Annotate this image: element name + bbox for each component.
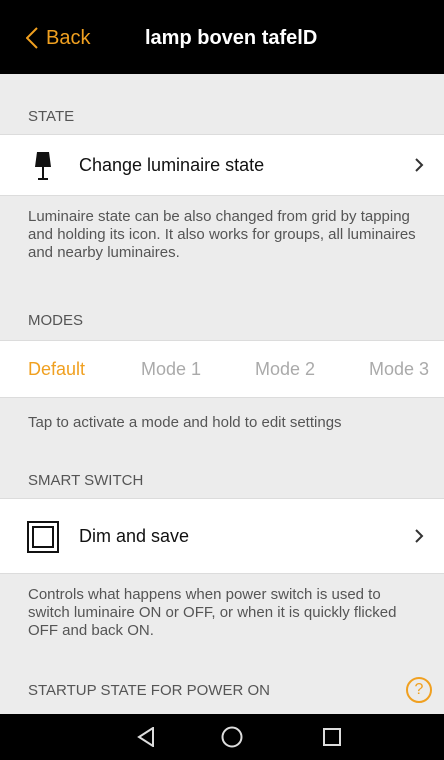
mode-3-tab[interactable]: Mode 3 [369, 359, 429, 380]
smart-switch-section-title: SMART SWITCH [28, 472, 144, 489]
modes-section-title: MODES [28, 312, 84, 329]
page-title: lamp boven tafelD [145, 27, 318, 49]
help-icon[interactable]: ? [406, 677, 432, 703]
change-luminaire-state-label: Change luminaire state [79, 154, 265, 175]
nav-recents-icon[interactable] [312, 714, 352, 760]
lamp-icon [35, 152, 51, 180]
state-section-title: STATE [28, 108, 75, 125]
chevron-right-icon [415, 158, 424, 172]
chevron-left-icon [26, 27, 38, 49]
back-button[interactable]: Back [26, 22, 90, 54]
mode-2-tab[interactable]: Mode 2 [255, 359, 315, 380]
smart-switch-description: Controls what happens when power switch … [28, 586, 397, 639]
nav-back-icon[interactable] [126, 714, 166, 760]
top-bar: Back lamp boven tafelD [0, 0, 444, 74]
back-label: Back [46, 26, 91, 49]
modes-bar: Default Mode 1 Mode 2 Mode 3 [0, 340, 444, 398]
chevron-right-icon [415, 529, 424, 543]
nav-home-icon[interactable] [212, 714, 252, 760]
change-luminaire-state-row[interactable]: Change luminaire state [0, 134, 444, 196]
square-frame-icon [27, 521, 59, 553]
state-description: Luminaire state can be also changed from… [28, 208, 416, 261]
dim-and-save-row[interactable]: Dim and save [0, 498, 444, 574]
mode-default-tab[interactable]: Default [28, 359, 85, 380]
startup-section-title: STARTUP STATE FOR POWER ON [28, 682, 270, 699]
dim-and-save-label: Dim and save [79, 525, 190, 546]
modes-hint: Tap to activate a mode and hold to edit … [28, 414, 342, 431]
android-nav-bar [0, 714, 444, 760]
mode-1-tab[interactable]: Mode 1 [141, 359, 201, 380]
